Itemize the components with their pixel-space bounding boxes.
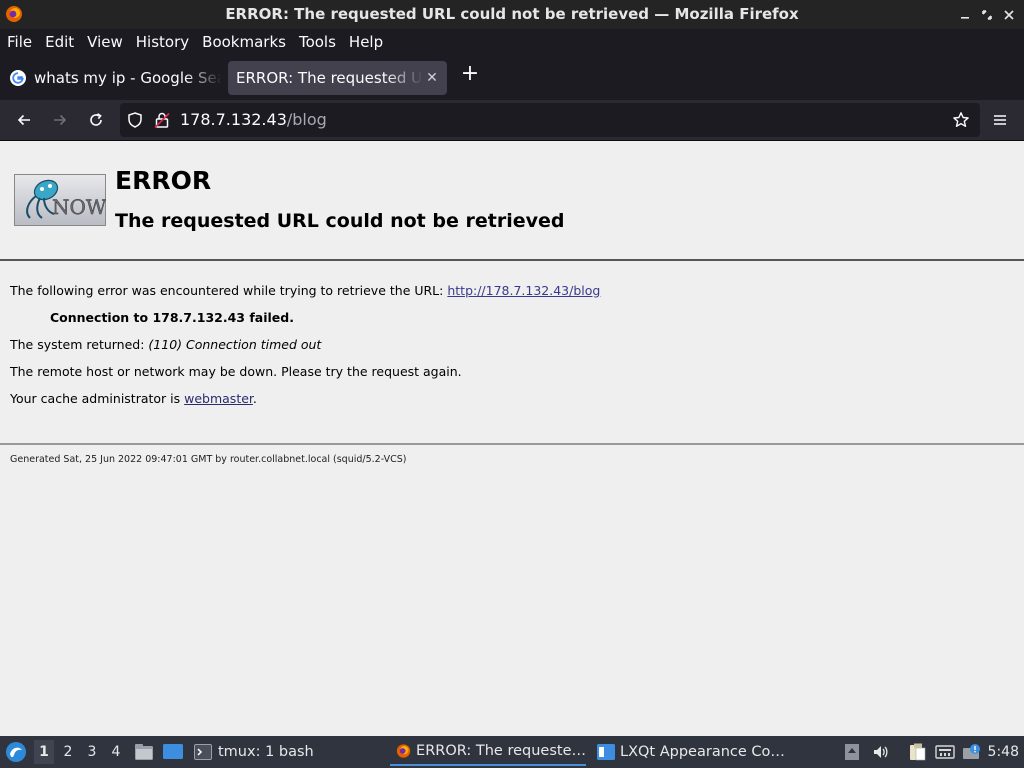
bookmark-star-icon[interactable] xyxy=(952,111,970,129)
window-titlebar: ERROR: The requested URL could not be re… xyxy=(0,0,1024,29)
firefox-icon xyxy=(396,744,411,758)
reload-icon[interactable] xyxy=(82,106,110,134)
squid-now-logo: NOW xyxy=(14,174,106,226)
url-bar[interactable]: 178.7.132.43/blog xyxy=(120,103,980,137)
menu-bookmarks[interactable]: Bookmarks xyxy=(195,29,292,55)
page-content: NOW ERROR The requested URL could not be… xyxy=(0,141,1024,736)
url-text[interactable]: 178.7.132.43/blog xyxy=(180,103,327,137)
terminal-icon xyxy=(194,744,212,760)
taskbar: 1 2 3 4 tmux: 1 bash ERROR: The requeste… xyxy=(0,736,1024,768)
tab-error-page[interactable]: ERROR: The requested URL could not be re… xyxy=(228,61,447,95)
lock-icon[interactable] xyxy=(153,111,171,129)
svg-text:NOW: NOW xyxy=(52,195,106,219)
restore-icon[interactable] xyxy=(978,6,996,24)
minimize-icon[interactable] xyxy=(956,6,974,24)
system-returned-label: The system returned: xyxy=(10,337,149,352)
desktop-1[interactable]: 1 xyxy=(34,740,54,764)
shield-icon[interactable] xyxy=(126,111,144,129)
system-returned: The system returned: (110) Connection ti… xyxy=(10,337,321,352)
url-host: 178.7.132.43 xyxy=(180,110,287,129)
admin-prefix: Your cache administrator is xyxy=(10,391,185,406)
task-label: ERROR: The requeste… xyxy=(416,743,586,759)
lxqt-menu-icon[interactable] xyxy=(5,741,27,763)
admin-suffix: . xyxy=(252,391,257,406)
system-returned-value: (110) Connection timed out xyxy=(148,337,322,352)
close-tab-icon[interactable]: ✕ xyxy=(423,70,441,86)
remote-host-message: The remote host or network may be down. … xyxy=(10,364,462,379)
tab-strip: whats my ip - Google Search ERROR: The r… xyxy=(0,55,1024,100)
desktop-4[interactable]: 4 xyxy=(106,740,126,764)
footer-divider xyxy=(0,443,1024,445)
menubar: File Edit View History Bookmarks Tools H… xyxy=(0,29,1024,55)
task-label: tmux: 1 bash xyxy=(218,744,314,760)
task-firefox[interactable]: ERROR: The requeste… xyxy=(390,738,586,766)
menu-view[interactable]: View xyxy=(80,29,129,55)
tab-google-search[interactable]: whats my ip - Google Search xyxy=(4,61,222,95)
tab-label: whats my ip - Google Search xyxy=(34,69,222,87)
forward-icon[interactable] xyxy=(46,106,74,134)
generated-footer: Generated Sat, 25 Jun 2022 09:47:01 GMT … xyxy=(10,454,407,465)
hamburger-menu-icon[interactable] xyxy=(986,106,1014,134)
intro-text: The following error was encountered whil… xyxy=(10,283,448,298)
google-icon xyxy=(10,70,26,86)
error-intro: The following error was encountered whil… xyxy=(10,283,600,298)
url-path: /blog xyxy=(286,110,327,129)
new-tab-icon[interactable]: + xyxy=(458,62,482,86)
show-desktop-icon[interactable] xyxy=(162,742,184,762)
error-header: NOW ERROR The requested URL could not be… xyxy=(0,141,1024,261)
window-title: ERROR: The requested URL could not be re… xyxy=(225,5,799,23)
close-icon[interactable] xyxy=(1000,6,1018,24)
task-label: LXQt Appearance Co… xyxy=(620,744,785,760)
desktop-2[interactable]: 2 xyxy=(58,740,78,764)
file-manager-icon[interactable] xyxy=(134,742,154,762)
error-subtitle: The requested URL could not be retrieved xyxy=(115,210,565,232)
menu-history[interactable]: History xyxy=(129,29,195,55)
clock[interactable]: 5:48 xyxy=(988,736,1019,768)
task-tmux[interactable]: tmux: 1 bash xyxy=(194,738,314,766)
volume-icon[interactable] xyxy=(872,744,888,760)
menu-edit[interactable]: Edit xyxy=(38,29,80,55)
tab-label: ERROR: The requested URL could not be re… xyxy=(236,69,423,87)
back-icon[interactable] xyxy=(10,106,38,134)
requested-url-link[interactable]: http://178.7.132.43/blog xyxy=(447,283,600,298)
task-lxqt-appearance[interactable]: LXQt Appearance Co… xyxy=(596,738,785,766)
network-icon[interactable] xyxy=(935,744,955,760)
appearance-icon xyxy=(597,744,615,760)
tray-scroll-icon[interactable] xyxy=(844,744,860,760)
connection-failed-text: Connection to 178.7.132.43 failed. xyxy=(50,310,294,325)
desktop-3[interactable]: 3 xyxy=(82,740,102,764)
navigation-bar: 178.7.132.43/blog xyxy=(0,100,1024,141)
notification-icon[interactable] xyxy=(962,744,982,760)
menu-tools[interactable]: Tools xyxy=(292,29,342,55)
clipboard-icon[interactable] xyxy=(908,743,926,761)
menu-file[interactable]: File xyxy=(0,29,38,55)
error-title: ERROR xyxy=(115,166,212,195)
webmaster-link[interactable]: webmaster xyxy=(184,391,253,406)
cache-admin-line: Your cache administrator is webmaster. xyxy=(10,391,257,406)
menu-help[interactable]: Help xyxy=(342,29,389,55)
